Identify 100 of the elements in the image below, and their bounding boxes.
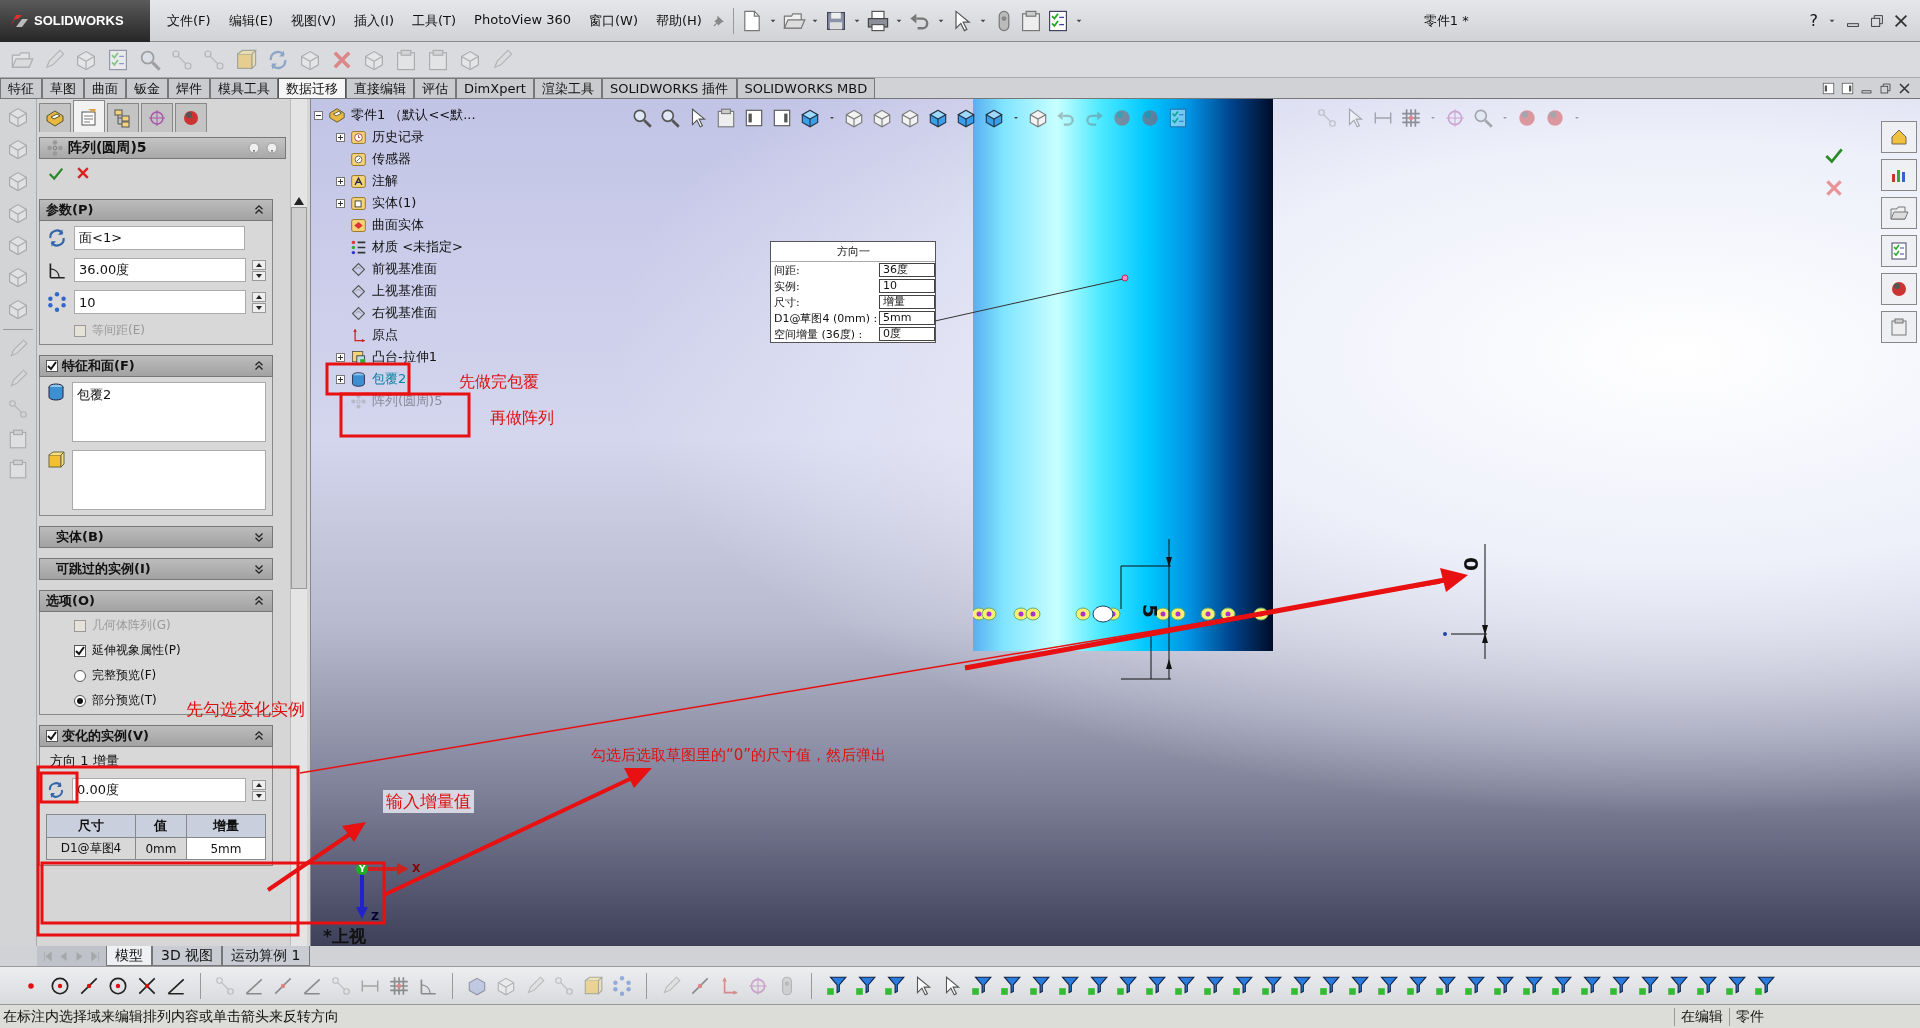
callout-value[interactable]: 增量 <box>879 295 935 309</box>
task-pane-tab[interactable] <box>1881 235 1917 267</box>
filter-icon[interactable] <box>1260 974 1282 997</box>
cube-shaded-icon[interactable] <box>955 107 977 129</box>
tree-item[interactable]: 前视基准面 <box>372 260 437 278</box>
wrap-icon[interactable] <box>350 370 367 388</box>
callout-value[interactable]: 36度 <box>879 263 935 277</box>
checklist-icon[interactable] <box>106 47 130 72</box>
filter-icon[interactable] <box>1028 974 1050 997</box>
filter-icon[interactable] <box>1318 974 1340 997</box>
callout-value[interactable]: 10 <box>879 279 935 293</box>
sphere-icon[interactable] <box>1544 107 1566 129</box>
panel-right-icon[interactable] <box>1840 80 1855 96</box>
grid-icon[interactable] <box>388 974 410 997</box>
radio-button[interactable] <box>74 669 86 682</box>
wrap-icon[interactable] <box>46 382 66 402</box>
checkbox[interactable] <box>74 644 86 657</box>
filter-icon[interactable] <box>1057 974 1079 997</box>
menu-item[interactable]: 文件(F) <box>158 9 220 32</box>
expander[interactable] <box>336 132 345 142</box>
task-pane-tab[interactable] <box>1881 159 1917 191</box>
command-tab[interactable]: 直接编辑 <box>346 78 414 98</box>
command-tab[interactable]: 模具工具 <box>210 78 278 98</box>
filter-icon[interactable] <box>1753 974 1775 997</box>
command-tab[interactable]: DimXpert <box>456 78 534 98</box>
menu-item[interactable]: 编辑(E) <box>219 9 282 32</box>
command-tab[interactable]: 评估 <box>414 78 456 98</box>
task-pane-tab[interactable] <box>1881 273 1917 305</box>
node-icon[interactable] <box>7 398 29 420</box>
spin-down-button[interactable] <box>252 270 266 281</box>
task-pane-tab[interactable] <box>1881 311 1917 343</box>
cube-icon[interactable] <box>1027 107 1049 129</box>
expander[interactable] <box>336 374 345 384</box>
panel-right-icon[interactable] <box>771 107 793 129</box>
model-tab[interactable]: 3D 视图 <box>152 946 223 966</box>
sphere-icon[interactable] <box>1111 107 1133 129</box>
help-button[interactable]: ? <box>1807 11 1820 30</box>
callout-value[interactable]: 0度 <box>879 327 935 341</box>
annotation-icon[interactable] <box>350 172 367 190</box>
filter-icon[interactable] <box>1405 974 1427 997</box>
close-icon[interactable] <box>1823 177 1845 199</box>
menu-item[interactable]: PhotoView 360 <box>465 9 580 32</box>
node-icon[interactable] <box>553 974 575 997</box>
dimension-value[interactable]: 0 <box>1458 557 1483 571</box>
tree-item[interactable]: 传感器 <box>372 150 411 168</box>
section-header[interactable]: 实体(B) <box>39 526 273 548</box>
chevron-down-icon[interactable] <box>252 562 266 576</box>
printer-icon[interactable] <box>865 8 890 33</box>
restore-icon[interactable] <box>1878 80 1893 96</box>
filter-icon[interactable] <box>854 974 876 997</box>
clipboard-icon[interactable] <box>7 458 29 480</box>
command-tab[interactable]: 特征 <box>0 78 42 98</box>
tree-root[interactable]: 零件1 （默认<<默... <box>351 106 476 124</box>
menu-item[interactable]: 插入(I) <box>345 9 403 32</box>
node-icon[interactable] <box>170 47 194 72</box>
tree-item[interactable]: 曲面实体 <box>372 216 424 234</box>
panel-tab[interactable] <box>107 103 139 132</box>
magnifier-icon[interactable] <box>659 107 681 129</box>
tree-item[interactable]: 凸台-拉伸1 <box>372 348 437 366</box>
direction-field[interactable]: 面<1> <box>74 226 245 250</box>
clipboard-icon[interactable] <box>394 47 418 72</box>
panel-tab[interactable] <box>39 103 71 132</box>
checkbox[interactable] <box>46 360 58 372</box>
task-pane-tab[interactable] <box>1881 121 1917 153</box>
command-tab[interactable]: 焊件 <box>168 78 210 98</box>
dots-icon[interactable] <box>46 291 68 313</box>
filter-icon[interactable] <box>1086 974 1108 997</box>
cube-shaded-icon[interactable] <box>927 107 949 129</box>
history-icon[interactable] <box>350 128 367 146</box>
features-list[interactable]: 包覆2 <box>72 382 266 442</box>
close-icon[interactable] <box>75 165 91 181</box>
tree-item[interactable]: 实体(1) <box>372 194 417 212</box>
filter-icon[interactable] <box>1434 974 1456 997</box>
filter-icon[interactable] <box>999 974 1021 997</box>
chevron-down-icon[interactable] <box>252 530 266 544</box>
panel-tab[interactable] <box>73 100 105 132</box>
section-header[interactable]: 变化的实例(V) <box>39 725 273 747</box>
sensor-icon[interactable] <box>350 150 367 168</box>
window-close-icon[interactable] <box>1897 80 1912 96</box>
spin-down-button[interactable] <box>252 790 266 801</box>
node-icon[interactable] <box>202 47 226 72</box>
spin-up-button[interactable] <box>252 291 266 302</box>
clipboard-icon[interactable] <box>715 107 737 129</box>
node-icon[interactable] <box>214 974 236 997</box>
magnifier-icon[interactable] <box>631 107 653 129</box>
filter-icon[interactable] <box>1666 974 1688 997</box>
panel-left-icon[interactable] <box>1821 80 1836 96</box>
section-header[interactable]: 参数(P) <box>39 199 273 221</box>
command-tab[interactable]: 草图 <box>42 78 84 98</box>
expander[interactable] <box>336 352 345 362</box>
node-icon[interactable] <box>1316 107 1338 129</box>
filter-icon[interactable] <box>1637 974 1659 997</box>
clipboard-icon[interactable] <box>7 428 29 450</box>
panel-left-icon[interactable] <box>743 107 765 129</box>
command-tab[interactable]: SOLIDWORKS MBD <box>736 78 876 98</box>
tree-item[interactable]: 材质 <未指定> <box>372 238 463 256</box>
filter-icon[interactable] <box>1231 974 1253 997</box>
section-header[interactable]: 可跳过的实例(I) <box>39 558 273 580</box>
filter-icon[interactable] <box>883 974 905 997</box>
material-icon[interactable] <box>350 238 367 256</box>
